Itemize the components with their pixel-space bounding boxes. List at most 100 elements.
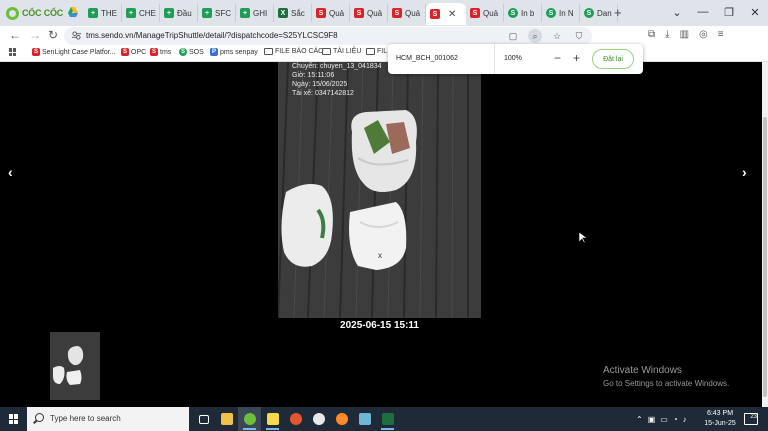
tab-active[interactable]: S ✕ [426, 3, 466, 25]
system-tray: ⌃ ▣ ▭ ◔ ♪ [636, 407, 687, 431]
activation-subtitle: Go to Settings to activate Windows. [603, 379, 730, 388]
extensions-icon[interactable]: ⧉ [648, 29, 655, 40]
bookmark-item[interactable]: FIL [366, 48, 387, 55]
sendo-icon: S [150, 48, 158, 56]
browser-tab[interactable]: + THE [84, 4, 122, 22]
apps-icon[interactable] [9, 48, 17, 56]
browser-tab[interactable]: S In N [542, 4, 580, 22]
file-explorer-icon[interactable] [215, 407, 238, 431]
close-window-button[interactable]: ✕ [742, 6, 768, 19]
zoom-in-button[interactable]: + [573, 51, 580, 65]
browser-tab[interactable]: S Quả [350, 4, 388, 22]
next-image-button[interactable]: › [742, 164, 747, 180]
zoom-icon[interactable]: ⌕ [528, 29, 542, 43]
round-app-icon: S [584, 8, 594, 18]
page-scrollbar[interactable] [762, 62, 768, 407]
new-tab-button[interactable]: + [614, 5, 622, 20]
bookmark-label: OPC [131, 48, 147, 56]
tab-label: In b [521, 8, 535, 18]
taskbar-apps [192, 407, 399, 431]
back-arrow-icon[interactable]: ← [9, 28, 21, 42]
taskbar-search-placeholder[interactable]: Type here to search [50, 414, 121, 423]
coccoc-browser-icon[interactable] [238, 407, 261, 431]
zoom-site-label: HCM_BCH_001062 [396, 55, 458, 62]
browser-tab[interactable]: + GHI [236, 4, 274, 22]
tab-label: In N [559, 8, 574, 18]
notepad-icon[interactable] [353, 407, 376, 431]
windows-taskbar: Type here to search ⌃ ▣ ▭ ◔ ♪ 6:43 PM 15… [0, 407, 768, 431]
tab-search-button[interactable]: ⌄ [664, 6, 690, 19]
notification-center-icon[interactable]: 23 [744, 413, 758, 425]
sidebar-icon[interactable]: ▥ [680, 29, 689, 40]
drive-icon[interactable] [68, 7, 78, 17]
browser-tab[interactable]: S Quả [388, 4, 426, 22]
browser-tab[interactable]: S In b [504, 4, 542, 22]
sticky-notes-icon[interactable] [261, 407, 284, 431]
app-circle-icon[interactable] [284, 407, 307, 431]
excel-icon: X [278, 8, 288, 18]
volume-icon[interactable]: ♪ [683, 415, 687, 424]
taskbar-clock[interactable]: 6:43 PM 15-Jun-25 [702, 409, 738, 429]
taskbar-search-box[interactable]: Type here to search [27, 407, 189, 431]
browser-brand[interactable]: CỐC CỐC [6, 5, 63, 21]
download-icon[interactable]: ⤓ [665, 29, 669, 40]
bookmark-item[interactable]: Stms [150, 48, 171, 56]
tab-close-icon[interactable]: ✕ [448, 9, 456, 20]
battery-icon[interactable]: ▭ [660, 415, 668, 424]
restore-button[interactable]: ❐ [716, 6, 742, 19]
excel-icon[interactable] [376, 407, 399, 431]
url-text[interactable]: tms.sendo.vn/ManageTripShuttle/detail/?d… [86, 31, 338, 40]
tab-label: Quả [329, 8, 345, 18]
browser-tab[interactable]: + Đầu [160, 4, 198, 22]
bookmark-item[interactable]: S SenLight Case Platfor... [32, 48, 116, 56]
browser-tab[interactable]: + SFC [198, 4, 236, 22]
tab-label: Đầu [177, 8, 192, 18]
page-icon[interactable]: ▢ [506, 29, 520, 43]
bookmark-item[interactable]: S OPC [121, 48, 146, 56]
toolbar-actions: ⧉ ⤓ ▥ ◎ ≡ [648, 29, 724, 40]
forward-arrow-icon[interactable]: → [29, 28, 41, 42]
bookmark-label: FILE BÁO CÁO [275, 48, 324, 55]
tray-app-icon[interactable]: ▣ [648, 415, 656, 424]
bookmark-item[interactable]: Ppms senpay [210, 48, 258, 56]
folder-icon [264, 48, 273, 55]
tab-label: Quả [483, 8, 499, 18]
browser-tab[interactable]: S Dan [580, 4, 618, 22]
previous-image-button[interactable]: ‹ [8, 164, 13, 180]
bookmark-item[interactable]: TÀI LIỆU [322, 48, 361, 55]
sheets-icon: + [202, 8, 212, 18]
task-view-icon[interactable] [192, 407, 215, 431]
reload-icon[interactable]: ↻ [48, 28, 58, 42]
activation-title: Activate Windows [603, 365, 682, 376]
address-bar[interactable]: tms.sendo.vn/ManageTripShuttle/detail/?d… [64, 27, 592, 45]
minimize-button[interactable]: — [690, 6, 716, 18]
tab-label: GHI [253, 8, 268, 18]
bookmark-label: SenLight Case Platfor... [42, 48, 116, 56]
chat-app-icon[interactable] [307, 407, 330, 431]
thumbnail-image [50, 332, 100, 400]
menu-icon[interactable]: ≡ [718, 29, 724, 40]
profile-icon[interactable]: ◎ [699, 29, 708, 40]
browser-tab[interactable]: S Quả [312, 4, 350, 22]
pms-icon: P [210, 48, 218, 56]
bookmark-item[interactable]: S SOS [179, 48, 204, 56]
browser-tab[interactable]: S Quả [466, 4, 504, 22]
firefox-icon[interactable] [330, 407, 353, 431]
scrollbar-thumb[interactable] [763, 117, 767, 397]
bookmark-item[interactable]: FILE BÁO CÁO [264, 48, 324, 55]
browser-tab[interactable]: + CHE [122, 4, 160, 22]
tray-chevron-icon[interactable]: ⌃ [636, 415, 643, 424]
photo-thumbnail[interactable] [50, 332, 100, 400]
sendo-icon: S [121, 48, 129, 56]
windows-start-icon[interactable] [9, 414, 19, 424]
window-controls: ⌄ — ❐ ✕ [664, 0, 768, 24]
bookmark-star-icon[interactable]: ☆ [550, 29, 564, 43]
network-icon[interactable]: ◔ [673, 415, 678, 424]
round-app-icon: S [508, 8, 518, 18]
tab-label: Quả [405, 8, 421, 18]
browser-tab[interactable]: X Sắc [274, 4, 312, 22]
zoom-out-button[interactable]: − [554, 51, 561, 65]
zoom-reset-button[interactable]: Đặt lại [592, 49, 634, 69]
site-info-icon[interactable] [72, 31, 81, 40]
shield-icon[interactable]: ⛉ [572, 29, 586, 43]
